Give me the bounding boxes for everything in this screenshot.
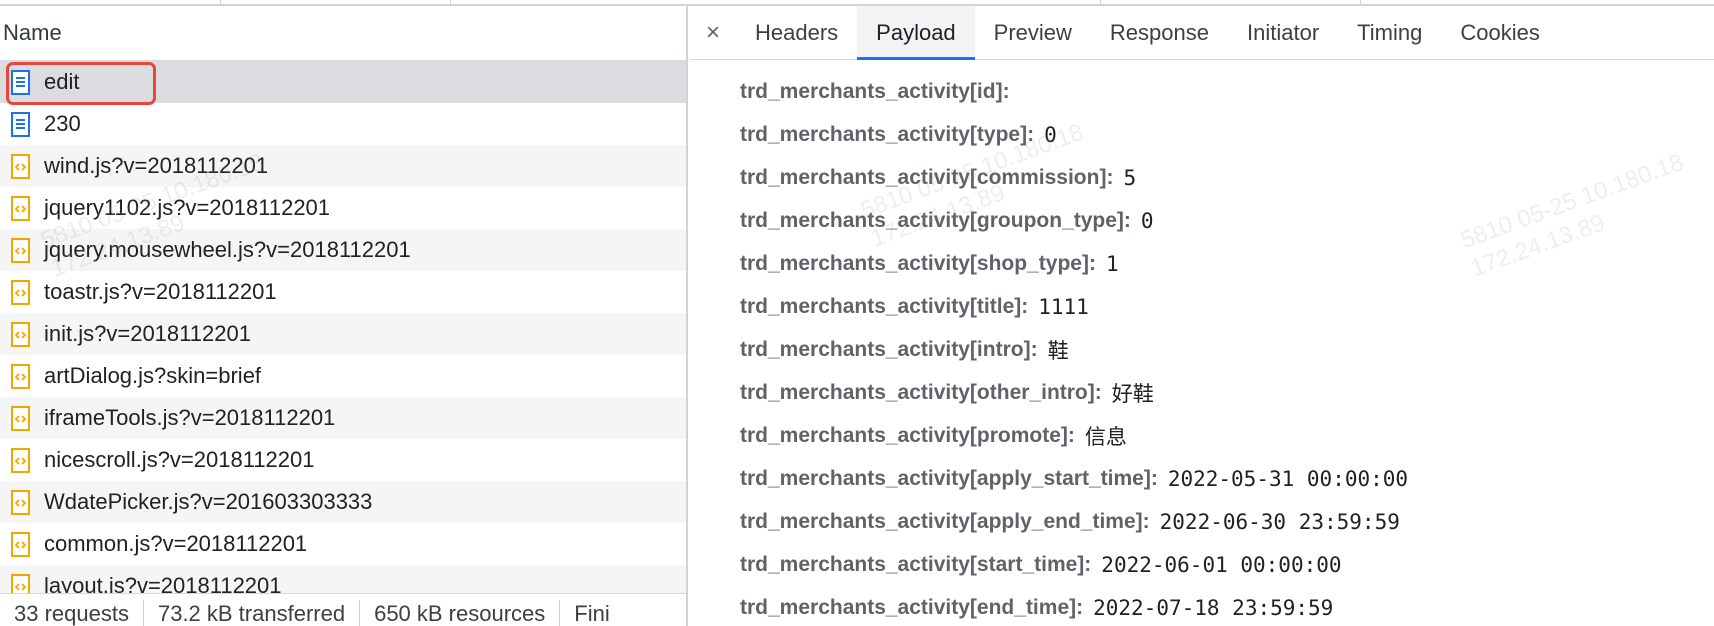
requests-panel: Name edit 230 wind.js?v=2018112201 jquery11… [0,6,688,626]
payload-key: trd_merchants_activity[type]: [740,122,1035,146]
request-name: common.js?v=2018112201 [44,531,308,556]
request-row[interactable]: wind.js?v=2018112201 [0,145,686,187]
payload-value: 鞋 [1047,338,1069,363]
script-icon [11,363,30,389]
payload-row: trd_merchants_activity[apply_start_time]… [740,457,1714,500]
request-row[interactable]: 230 [0,103,686,145]
tab-preview[interactable]: Preview [975,6,1091,59]
payload-row: trd_merchants_activity[type]: 0 [740,113,1714,156]
payload-key: trd_merchants_activity[shop_type]: [740,251,1096,275]
request-name: jquery.mousewheel.js?v=2018112201 [44,237,411,262]
request-row[interactable]: edit [0,61,686,103]
payload-value: 2022-06-01 00:00:00 [1101,552,1342,577]
request-row[interactable]: WdatePicker.js?v=201603303333 [0,481,686,523]
request-name: artDialog.js?skin=brief [44,363,262,388]
payload-row: trd_merchants_activity[commission]: 5 [740,156,1714,199]
script-icon [11,489,30,515]
request-row[interactable]: iframeTools.js?v=2018112201 [0,397,686,439]
request-name: 230 [44,111,81,136]
payload-row: trd_merchants_activity[start_time]: 2022-… [740,543,1714,586]
request-name: toastr.js?v=2018112201 [44,279,277,304]
payload-row: trd_merchants_activity[shop_type]: 1 [740,242,1714,285]
payload-key: trd_merchants_activity[end_time]: [740,595,1084,619]
document-icon [11,69,30,95]
tab-initiator[interactable]: Initiator [1228,6,1338,59]
request-name: init.js?v=2018112201 [44,321,251,346]
payload-value: 5 [1123,165,1137,190]
payload-row: trd_merchants_activity[groupon_type]: 0 [740,199,1714,242]
payload-row: trd_merchants_activity[end_time]: 2022-07… [740,586,1714,626]
payload-row: trd_merchants_activity[intro]: 鞋 [740,328,1714,371]
payload-key: trd_merchants_activity[promote]: [740,423,1075,447]
request-name: iframeTools.js?v=2018112201 [44,405,336,430]
payload-key: trd_merchants_activity[other_intro]: [740,380,1102,404]
name-column-header[interactable]: Name [0,6,686,61]
payload-value: 1 [1105,251,1119,276]
payload-key: trd_merchants_activity[start_time]: [740,552,1092,576]
script-icon [11,195,30,221]
request-row[interactable]: jquery1102.js?v=2018112201 [0,187,686,229]
script-icon [11,321,30,347]
payload-key: trd_merchants_activity[title]: [740,294,1029,318]
payload-key: trd_merchants_activity[intro]: [740,337,1038,361]
payload-value: 0 [1140,208,1154,233]
payload-row: trd_merchants_activity[title]: 1111 [740,285,1714,328]
payload-key: trd_merchants_activity[apply_end_time]: [740,509,1150,533]
script-icon [11,405,30,431]
tab-timing[interactable]: Timing [1338,6,1441,59]
payload-value: 2022-05-31 00:00:00 [1167,466,1409,491]
request-list: edit 230 wind.js?v=2018112201 jquery1102.js… [0,61,686,607]
tab-cookies[interactable]: Cookies [1441,6,1558,59]
payload-value: 0 [1044,122,1057,147]
script-icon [11,279,30,305]
resources-size: 650 kB resources [360,599,561,626]
request-row[interactable]: init.js?v=2018112201 [0,313,686,355]
payload-value: 2022-07-18 23:59:59 [1093,595,1334,620]
payload-key: trd_merchants_activity[groupon_type]: [740,208,1131,232]
request-name: nicescroll.js?v=2018112201 [44,447,315,472]
script-icon [11,447,30,473]
request-name: WdatePicker.js?v=201603303333 [44,489,373,514]
request-name: wind.js?v=2018112201 [44,153,269,178]
request-detail-panel: × Headers Payload Preview Response Initiator… [690,6,1714,626]
tab-response[interactable]: Response [1091,6,1228,59]
payload-value: 2022-06-30 23:59:59 [1159,509,1400,534]
request-row[interactable]: nicescroll.js?v=2018112201 [0,439,686,481]
script-icon [11,531,30,557]
payload-key: trd_merchants_activity[id]: [740,79,1010,103]
status-bar: 33 requests 73.2 kB transferred 650 kB r… [0,593,686,626]
script-icon [11,237,30,263]
payload-row: trd_merchants_activity[apply_end_time]: 2… [740,500,1714,543]
request-row[interactable]: artDialog.js?skin=brief [0,355,686,397]
tab-headers[interactable]: Headers [736,6,857,59]
payload-key: trd_merchants_activity[apply_start_time]… [740,466,1158,490]
close-icon[interactable]: × [690,6,736,59]
payload-value: 信息 [1084,424,1127,449]
transferred-size: 73.2 kB transferred [144,599,361,626]
payload-value: 好鞋 [1111,381,1154,406]
script-icon [11,153,30,179]
payload-row: trd_merchants_activity[other_intro]: 好鞋 [740,371,1714,414]
request-count: 33 requests [0,599,144,626]
tab-payload[interactable]: Payload [857,6,975,60]
request-row[interactable]: jquery.mousewheel.js?v=2018112201 [0,229,686,271]
payload-key: trd_merchants_activity[commission]: [740,165,1114,189]
document-icon [11,111,30,137]
detail-tab-bar: × Headers Payload Preview Response Initiator… [690,6,1714,60]
payload-value: 1111 [1038,294,1089,319]
request-name: edit [44,69,80,94]
request-name: jquery1102.js?v=2018112201 [44,195,331,220]
payload-row: trd_merchants_activity[id]: [740,70,1714,113]
payload-row: trd_merchants_activity[promote]: 信息 [740,414,1714,457]
finish-time: Fini [574,600,610,626]
request-row[interactable]: toastr.js?v=2018112201 [0,271,686,313]
request-row[interactable]: common.js?v=2018112201 [0,523,686,565]
payload-list: trd_merchants_activity[id]: trd_merchants… [690,60,1714,626]
